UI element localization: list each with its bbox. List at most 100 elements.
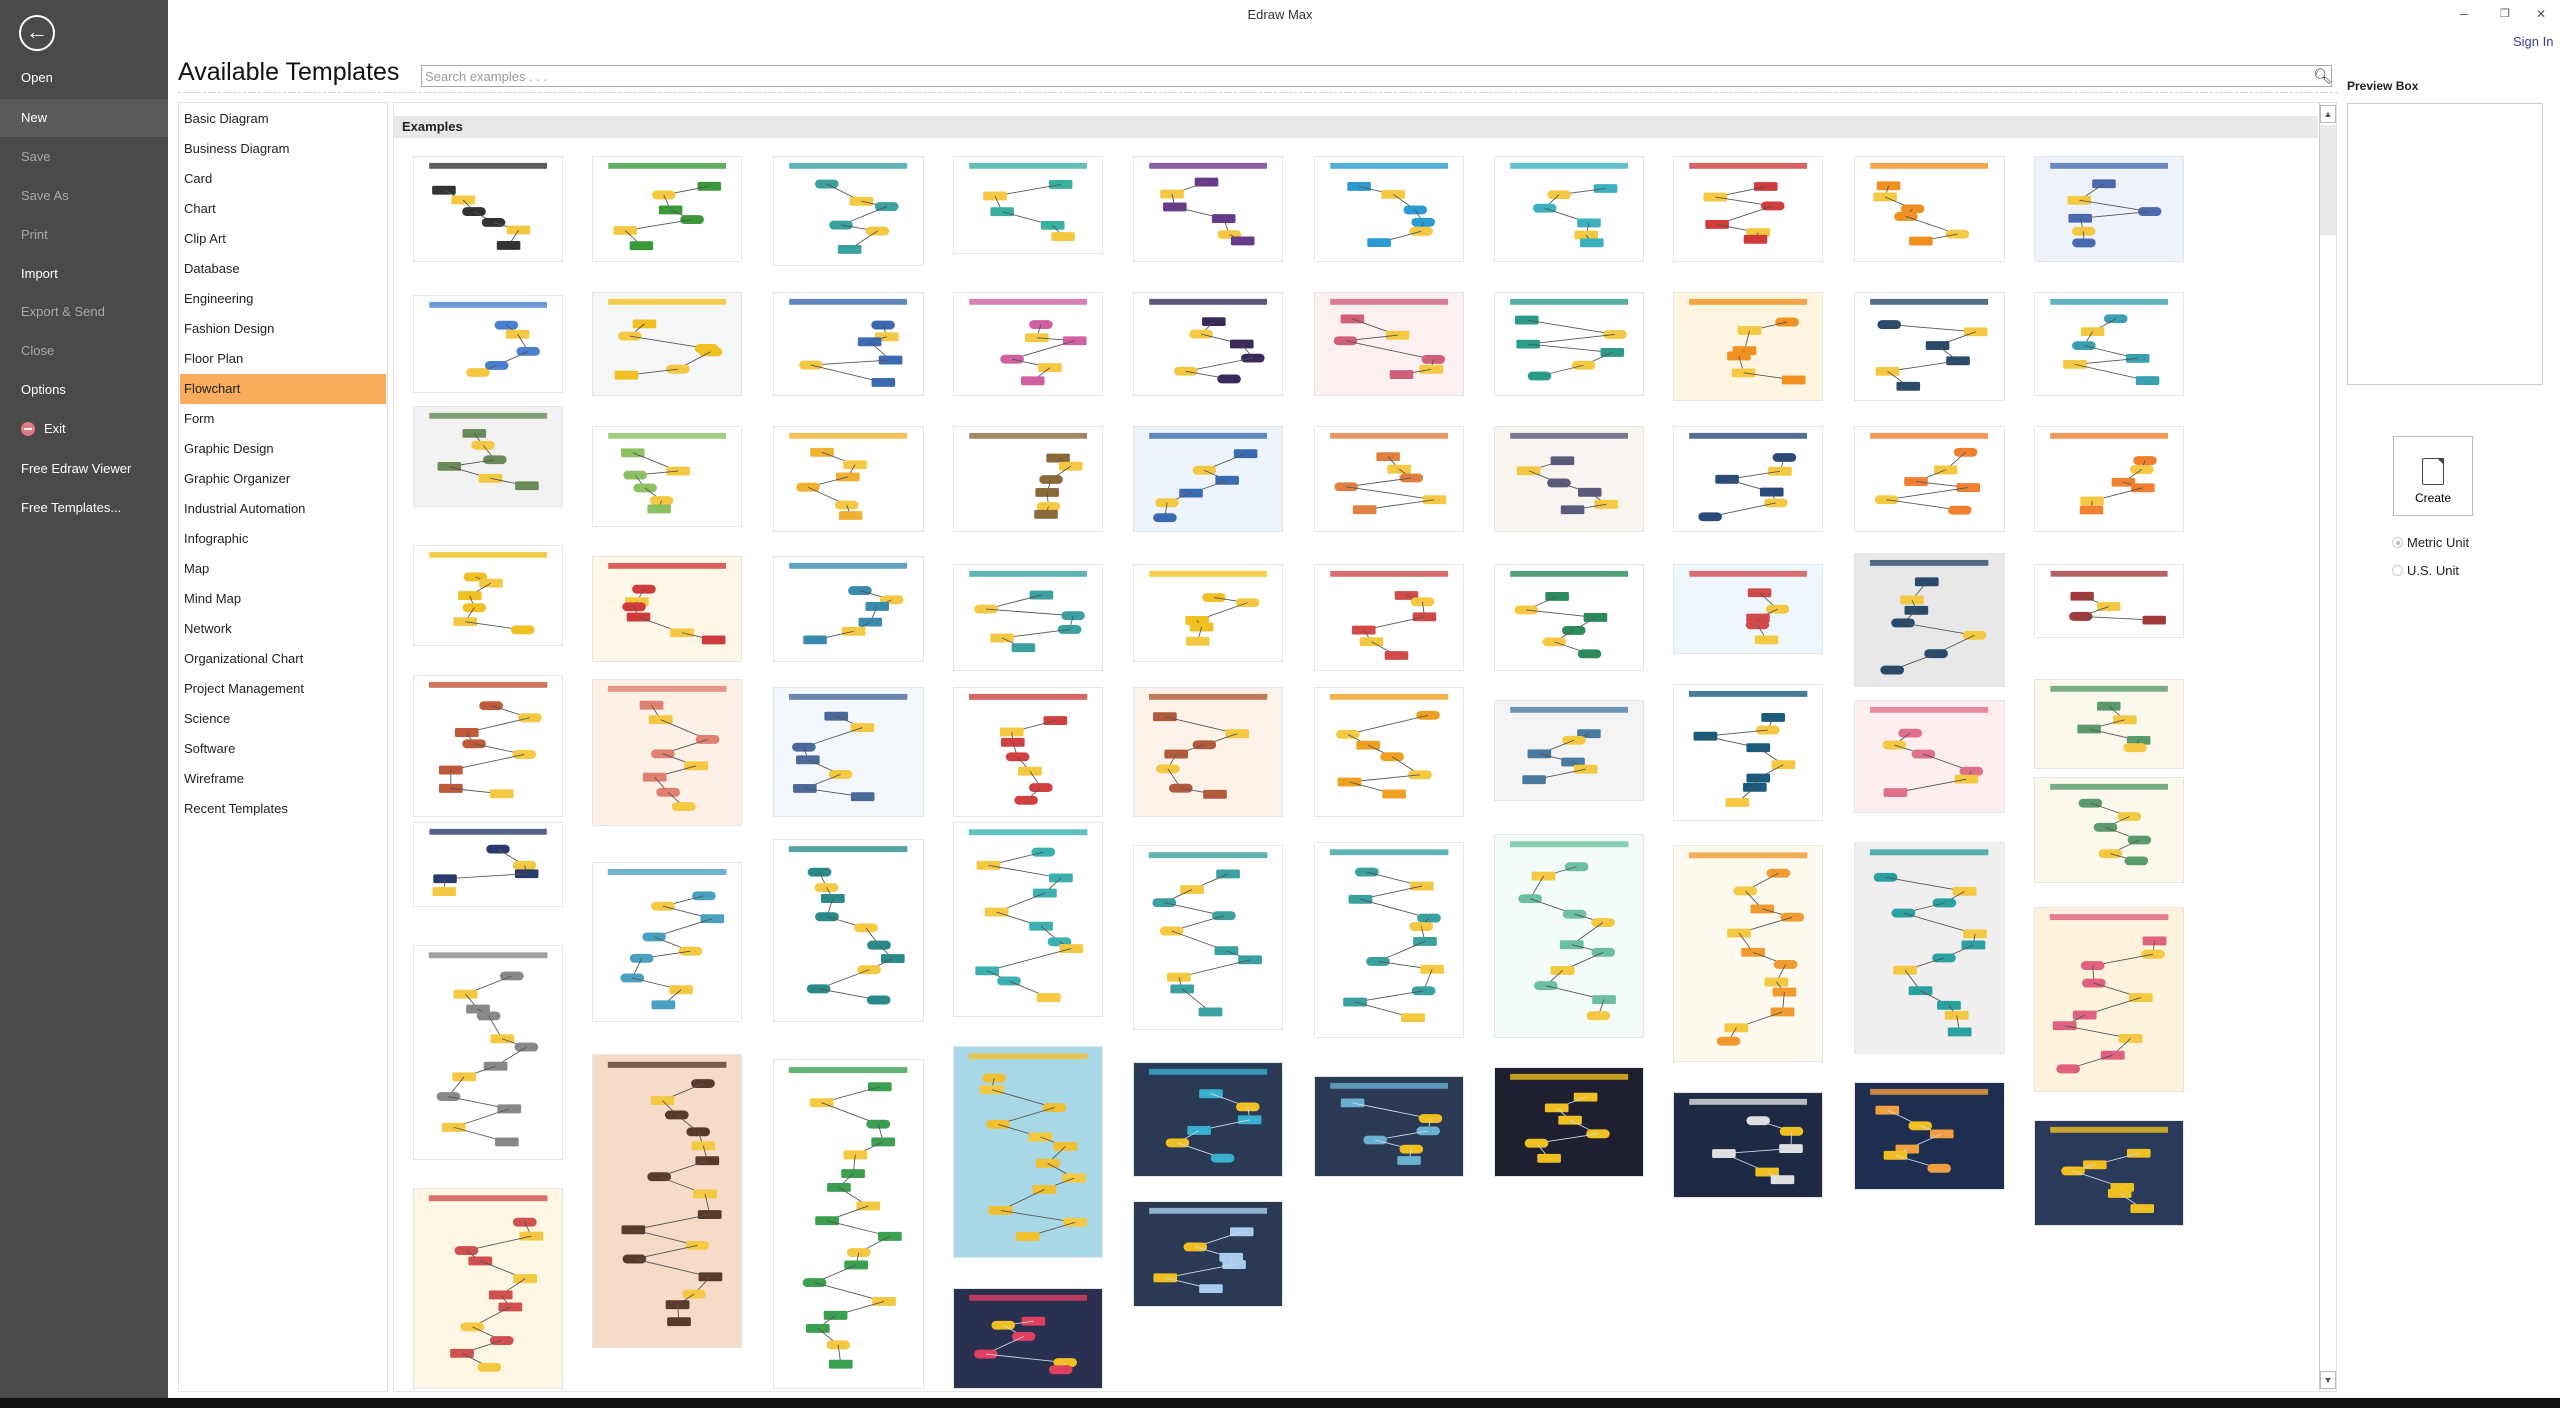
template-thumbnail[interactable] <box>592 425 743 527</box>
sidebar-item-free-templates[interactable]: Free Templates... <box>0 489 168 527</box>
template-thumbnail[interactable] <box>1673 156 1824 263</box>
sidebar-item-close[interactable]: Close <box>0 332 168 370</box>
template-thumbnail[interactable] <box>1673 683 1824 821</box>
template-thumbnail[interactable] <box>1854 699 2005 813</box>
template-thumbnail[interactable] <box>1313 686 1465 818</box>
restore-button[interactable]: ❐ <box>2500 7 2510 20</box>
search-input[interactable] <box>421 65 2332 87</box>
template-thumbnail[interactable] <box>1132 564 1283 663</box>
metric-unit-radio[interactable]: Metric Unit <box>2392 535 2469 550</box>
template-thumbnail[interactable] <box>2034 776 2185 883</box>
template-thumbnail[interactable] <box>1493 699 1644 802</box>
category-engineering[interactable]: Engineering <box>180 284 386 314</box>
template-thumbnail[interactable] <box>1493 291 1644 397</box>
search-icon[interactable]: 🔍︎ <box>2313 67 2332 85</box>
category-database[interactable]: Database <box>180 254 386 284</box>
category-network[interactable]: Network <box>180 614 386 644</box>
category-floor-plan[interactable]: Floor Plan <box>180 344 386 374</box>
template-thumbnail[interactable] <box>1673 564 1824 655</box>
us-unit-radio[interactable]: U.S. Unit <box>2392 563 2459 578</box>
template-thumbnail[interactable] <box>953 425 1104 532</box>
sidebar-item-export-send[interactable]: Export & Send <box>0 293 168 331</box>
template-thumbnail[interactable] <box>2034 907 2185 1092</box>
sidebar-item-free-edraw-viewer[interactable]: Free Edraw Viewer <box>0 450 168 488</box>
template-thumbnail[interactable] <box>773 686 924 818</box>
template-thumbnail[interactable] <box>1313 1075 1465 1177</box>
sidebar-item-save-as[interactable]: Save As <box>0 177 168 215</box>
template-thumbnail[interactable] <box>1673 425 1824 532</box>
template-thumbnail[interactable] <box>953 686 1104 818</box>
template-thumbnail[interactable] <box>773 1059 924 1390</box>
vertical-scrollbar[interactable]: ▲ ▼ <box>2319 103 2336 1391</box>
category-map[interactable]: Map <box>180 554 386 584</box>
category-industrial-automation[interactable]: Industrial Automation <box>180 494 386 524</box>
template-thumbnail[interactable] <box>953 1287 1104 1390</box>
sidebar-item-new[interactable]: New <box>0 99 168 137</box>
template-thumbnail[interactable] <box>592 678 743 826</box>
category-flowchart[interactable]: Flowchart <box>180 374 386 404</box>
category-software[interactable]: Software <box>180 734 386 764</box>
template-thumbnail[interactable] <box>1493 564 1644 671</box>
category-graphic-organizer[interactable]: Graphic Organizer <box>180 464 386 494</box>
category-form[interactable]: Form <box>180 404 386 434</box>
template-thumbnail[interactable] <box>953 156 1104 255</box>
sidebar-item-exit[interactable]: Exit <box>0 410 168 448</box>
template-thumbnail[interactable] <box>1313 564 1465 671</box>
template-thumbnail[interactable] <box>1493 833 1644 1038</box>
category-clip-art[interactable]: Clip Art <box>180 224 386 254</box>
template-thumbnail[interactable] <box>1673 291 1824 402</box>
template-thumbnail[interactable] <box>1854 156 2005 263</box>
template-thumbnail[interactable] <box>412 156 563 263</box>
sign-in-link[interactable]: Sign In <box>2513 34 2553 49</box>
template-thumbnail[interactable] <box>1132 1201 1283 1308</box>
create-button[interactable]: Create <box>2393 436 2473 516</box>
template-thumbnail[interactable] <box>412 822 563 908</box>
template-thumbnail[interactable] <box>773 291 924 397</box>
category-business-diagram[interactable]: Business Diagram <box>180 134 386 164</box>
category-science[interactable]: Science <box>180 704 386 734</box>
template-thumbnail[interactable] <box>1313 841 1465 1038</box>
template-thumbnail[interactable] <box>2034 156 2185 263</box>
category-project-management[interactable]: Project Management <box>180 674 386 704</box>
scroll-up-button[interactable]: ▲ <box>2320 105 2336 123</box>
template-thumbnail[interactable] <box>1132 845 1283 1030</box>
template-thumbnail[interactable] <box>1132 425 1283 532</box>
template-thumbnail[interactable] <box>592 291 743 397</box>
template-thumbnail[interactable] <box>1854 841 2005 1055</box>
template-thumbnail[interactable] <box>1132 1062 1283 1177</box>
template-thumbnail[interactable] <box>1854 552 2005 687</box>
scroll-down-button[interactable]: ▼ <box>2320 1371 2336 1389</box>
sidebar-item-import[interactable]: Import <box>0 255 168 293</box>
template-thumbnail[interactable] <box>2034 564 2185 638</box>
template-thumbnail[interactable] <box>1132 686 1283 818</box>
category-fashion-design[interactable]: Fashion Design <box>180 314 386 344</box>
template-thumbnail[interactable] <box>412 405 563 508</box>
template-thumbnail[interactable] <box>953 291 1104 397</box>
scrollbar-thumb[interactable] <box>2320 125 2336 235</box>
template-thumbnail[interactable] <box>953 1046 1104 1259</box>
template-thumbnail[interactable] <box>953 822 1104 1017</box>
category-card[interactable]: Card <box>180 164 386 194</box>
template-thumbnail[interactable] <box>592 1054 743 1349</box>
template-thumbnail[interactable] <box>1313 156 1465 263</box>
category-recent-templates[interactable]: Recent Templates <box>180 794 386 824</box>
category-organizational-chart[interactable]: Organizational Chart <box>180 644 386 674</box>
template-thumbnail[interactable] <box>412 544 563 647</box>
template-thumbnail[interactable] <box>2034 425 2185 532</box>
template-thumbnail[interactable] <box>1673 845 1824 1063</box>
template-thumbnail[interactable] <box>1493 156 1644 263</box>
category-wireframe[interactable]: Wireframe <box>180 764 386 794</box>
template-thumbnail[interactable] <box>1493 425 1644 532</box>
template-thumbnail[interactable] <box>412 294 563 393</box>
template-thumbnail[interactable] <box>773 838 924 1022</box>
sidebar-item-options[interactable]: Options <box>0 371 168 409</box>
template-thumbnail[interactable] <box>1854 291 2005 402</box>
template-thumbnail[interactable] <box>1673 1091 1824 1198</box>
template-thumbnail[interactable] <box>1313 291 1465 397</box>
template-thumbnail[interactable] <box>1132 291 1283 397</box>
template-thumbnail[interactable] <box>2034 291 2185 397</box>
template-thumbnail[interactable] <box>2034 1119 2185 1226</box>
template-thumbnail[interactable] <box>1854 425 2005 532</box>
template-thumbnail[interactable] <box>592 156 743 263</box>
sidebar-item-print[interactable]: Print <box>0 216 168 254</box>
